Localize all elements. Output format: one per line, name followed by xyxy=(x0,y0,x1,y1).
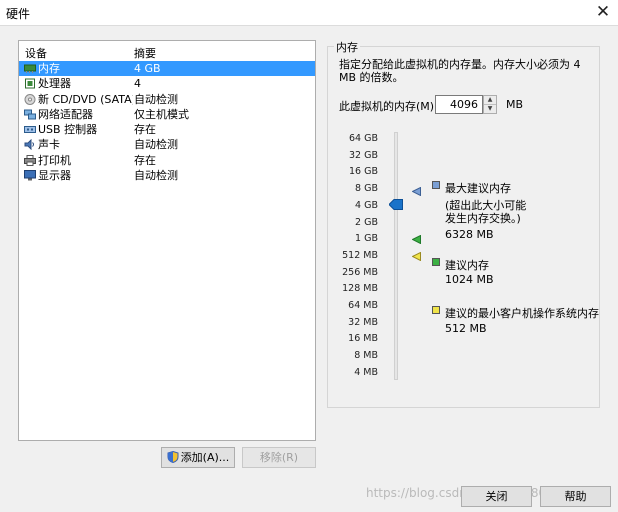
scale-label: 16 GB xyxy=(349,166,378,178)
memory-spinner[interactable]: ▲ ▼ xyxy=(483,95,497,114)
device-summary: 自动检测 xyxy=(134,138,178,152)
max-recommended-note-2: 发生内存交换。) xyxy=(445,212,521,225)
help-button[interactable]: 帮助 xyxy=(540,486,611,507)
max-recommended-marker xyxy=(412,187,421,196)
scale-label: 16 MB xyxy=(348,333,378,345)
scale-label: 32 GB xyxy=(349,149,378,161)
device-name: USB 控制器 xyxy=(38,123,98,137)
printer-icon xyxy=(24,154,36,166)
memory-description: 指定分配给此虚拟机的内存量。内存大小必须为 4 MB 的倍数。 xyxy=(339,58,581,84)
device-row-printer[interactable]: 打印机 存在 xyxy=(19,153,315,168)
memory-icon xyxy=(24,64,36,73)
close-icon: ✕ xyxy=(595,2,611,22)
usb-icon xyxy=(24,126,36,134)
device-summary: 4 GB xyxy=(134,62,161,75)
memory-slider-track[interactable] xyxy=(394,132,398,380)
scale-label: 128 MB xyxy=(342,283,378,295)
remove-device-button[interactable]: 移除(R) xyxy=(242,447,316,468)
device-name: 打印机 xyxy=(38,153,71,167)
scale-label: 8 GB xyxy=(355,183,378,195)
scale-label: 512 MB xyxy=(342,249,378,261)
spin-down-button[interactable]: ▼ xyxy=(484,105,496,114)
device-list[interactable]: 设备 摘要 内存 4 GB 处理器 4 新 CD/DVD (SATA) 自动检测… xyxy=(18,40,316,441)
add-device-button[interactable]: 添加(A)... xyxy=(161,447,235,468)
device-summary: 4 xyxy=(134,77,141,91)
max-recommended-legend-swatch xyxy=(432,181,440,189)
scale-label: 1 GB xyxy=(355,233,378,245)
max-recommended-title: 最大建议内存 xyxy=(445,182,511,195)
scale-label: 4 GB xyxy=(355,199,378,211)
cd-dvd-icon xyxy=(24,93,36,105)
max-recommended-value: 6328 MB xyxy=(445,228,494,241)
remove-button-label: 移除(R) xyxy=(259,451,299,464)
scale-label: 64 GB xyxy=(349,133,378,144)
device-name: 显示器 xyxy=(38,169,71,183)
device-list-header: 设备 摘要 xyxy=(19,41,315,61)
min-recommended-title: 建议的最小客户机操作系统内存 xyxy=(445,307,599,320)
scale-label: 4 MB xyxy=(354,366,378,378)
recommended-value: 1024 MB xyxy=(445,273,494,286)
close-dialog-button[interactable]: 关闭 xyxy=(461,486,532,507)
memory-group-title: 内存 xyxy=(334,39,360,55)
scale-label: 256 MB xyxy=(342,266,378,278)
network-adapter-icon xyxy=(24,109,36,120)
processor-icon xyxy=(25,78,35,89)
scale-label: 32 MB xyxy=(348,316,378,328)
device-name: 处理器 xyxy=(38,77,71,91)
device-summary: 自动检测 xyxy=(134,92,178,106)
spin-up-icon: ▲ xyxy=(487,96,493,103)
help-button-label: 帮助 xyxy=(564,490,587,503)
min-recommended-value: 512 MB xyxy=(445,322,487,335)
recommended-marker xyxy=(412,235,421,244)
device-row-sound-card[interactable]: 声卡 自动检测 xyxy=(19,137,315,152)
recommended-title: 建议内存 xyxy=(445,259,489,272)
device-row-display[interactable]: 显示器 自动检测 xyxy=(19,168,315,183)
column-header-summary[interactable]: 摘要 xyxy=(134,45,156,61)
recommended-legend-swatch xyxy=(432,258,440,266)
device-name: 声卡 xyxy=(38,138,60,152)
spin-down-icon: ▼ xyxy=(487,104,493,112)
scale-label: 64 MB xyxy=(348,300,378,311)
scale-label: 2 GB xyxy=(355,216,378,228)
window-title: 硬件 xyxy=(6,7,31,21)
scale-label: 8 MB xyxy=(354,350,378,362)
device-name: 网络适配器 xyxy=(38,107,93,121)
device-row-usb-controller[interactable]: USB 控制器 存在 xyxy=(19,122,315,137)
spin-up-button[interactable]: ▲ xyxy=(484,96,496,105)
device-row-processor[interactable]: 处理器 4 xyxy=(19,76,315,91)
device-summary: 存在 xyxy=(134,123,156,137)
device-name: 新 CD/DVD (SATA) xyxy=(38,92,133,106)
memory-slider-thumb[interactable] xyxy=(389,199,403,210)
column-header-device[interactable]: 设备 xyxy=(25,45,47,61)
close-button[interactable]: ✕ xyxy=(588,0,618,26)
device-row-cd-dvd[interactable]: 新 CD/DVD (SATA) 自动检测 xyxy=(19,92,315,107)
device-summary: 仅主机模式 xyxy=(134,107,189,121)
device-row-memory[interactable]: 内存 4 GB xyxy=(19,61,315,77)
device-name: 内存 xyxy=(38,62,60,75)
device-row-network-adapter[interactable]: 网络适配器 仅主机模式 xyxy=(19,107,315,122)
title-bar: 硬件 ✕ xyxy=(0,0,618,26)
close-button-label: 关闭 xyxy=(485,490,508,503)
sound-card-icon xyxy=(24,139,34,151)
device-summary: 自动检测 xyxy=(134,169,178,183)
min-recommended-marker xyxy=(412,252,421,261)
memory-field-label: 此虚拟机的内存(M): xyxy=(339,100,438,113)
memory-unit: MB xyxy=(506,98,524,111)
memory-size-input[interactable]: 4096 xyxy=(435,95,483,114)
min-recommended-legend-swatch xyxy=(432,306,440,314)
add-button-label: 添加(A)... xyxy=(180,451,230,464)
device-summary: 存在 xyxy=(134,153,156,167)
shield-icon xyxy=(167,451,179,463)
display-icon xyxy=(24,170,36,181)
